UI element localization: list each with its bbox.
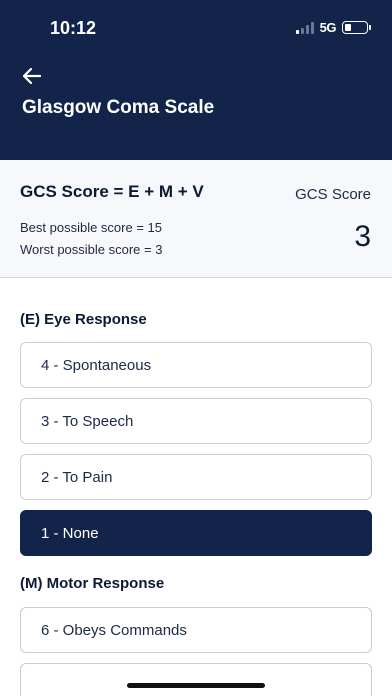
home-indicator [127,683,265,688]
network-label: 5G [319,20,337,35]
score-value: 3 [354,220,371,253]
motor-option-obeys-commands[interactable]: 6 - Obeys Commands [20,607,372,653]
header: 10:12 5G Glasgow Coma Scale [0,0,392,160]
best-score-text: Best possible score = 15 [20,220,162,235]
eye-response-title: (E) Eye Response [20,311,147,328]
score-formula: GCS Score = E + M + V [20,182,204,201]
arrow-left-icon [23,68,41,84]
score-summary: GCS Score = E + M + V Best possible scor… [0,160,392,278]
motor-response-title: (M) Motor Response [20,575,165,592]
eye-option-to-speech[interactable]: 3 - To Speech [20,398,372,444]
worst-score-text: Worst possible score = 3 [20,242,163,257]
back-button[interactable] [20,64,44,88]
battery-icon [342,21,371,34]
eye-option-none[interactable]: 1 - None [20,510,372,556]
eye-option-spontaneous[interactable]: 4 - Spontaneous [20,342,372,388]
motor-option-next[interactable] [20,663,372,696]
eye-option-to-pain[interactable]: 2 - To Pain [20,454,372,500]
signal-icon [295,21,314,34]
score-label: GCS Score [295,186,371,203]
status-indicators: 5G [295,20,371,35]
page-title: Glasgow Coma Scale [22,97,215,118]
status-time: 10:12 [50,18,97,38]
